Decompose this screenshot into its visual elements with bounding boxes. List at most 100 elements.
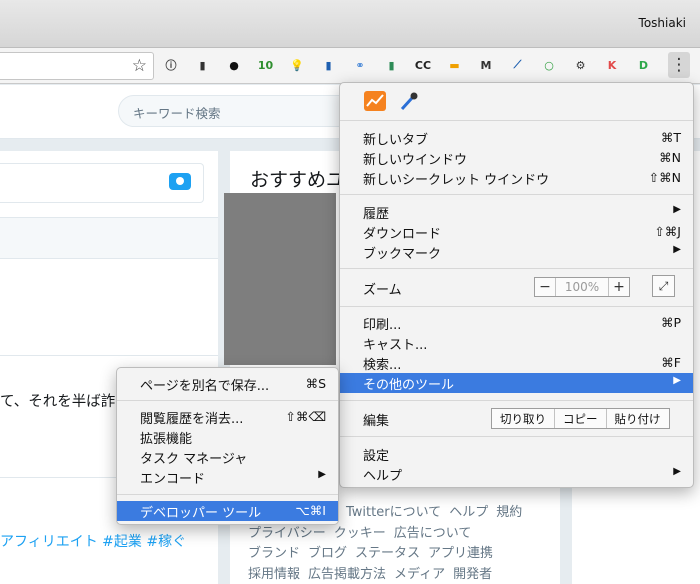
- submenu-arrow-icon: ▶: [673, 244, 681, 255]
- profile-name[interactable]: Toshiaki: [639, 16, 686, 30]
- m-logo-icon[interactable]: M: [475, 54, 497, 76]
- menu-divider: [117, 400, 338, 401]
- info-circle-icon[interactable]: ⓘ: [160, 54, 182, 76]
- menu-divider: [340, 120, 693, 121]
- menu-item-label: タスク マネージャ: [140, 451, 248, 467]
- star-outline-icon[interactable]: ☆: [132, 56, 147, 76]
- menu-item-label: ヘルプ: [363, 468, 403, 484]
- bookmark-ribbon-icon[interactable]: ▮: [318, 54, 340, 76]
- search-input[interactable]: キーワード検索: [118, 95, 358, 127]
- menu-shortcut: ⇧⌘N: [648, 170, 681, 185]
- chrome-main-menu: 新しいタブ ⌘T 新しいウインドウ ⌘N 新しいシークレット ウインドウ ⇧⌘N 履歴…: [339, 82, 694, 488]
- red-k-icon[interactable]: K: [601, 54, 623, 76]
- menu-item-encoding[interactable]: エンコード ▶: [117, 467, 338, 487]
- footer-link[interactable]: Twitterについて: [346, 505, 441, 520]
- analytics-chart-icon[interactable]: [364, 91, 386, 111]
- calendar-10-icon[interactable]: 10: [255, 54, 277, 76]
- footer-link[interactable]: 開発者: [453, 567, 492, 582]
- footer-link[interactable]: 広告掲載方法: [308, 567, 386, 582]
- zoom-level: 100%: [555, 278, 609, 296]
- menu-shortcut: ⌘P: [660, 315, 681, 330]
- menu-item-label: ズーム: [363, 282, 402, 298]
- menu-item-label: ページを別名で保存...: [140, 378, 270, 394]
- menu-item-new-window[interactable]: 新しいウインドウ ⌘N: [340, 148, 693, 168]
- menu-divider: [340, 436, 693, 437]
- submenu-arrow-icon: ▶: [673, 466, 681, 477]
- menu-item-task-manager[interactable]: タスク マネージャ: [117, 447, 338, 467]
- menu-item-more-tools[interactable]: その他のツール ▶: [340, 373, 693, 393]
- menu-divider: [340, 400, 693, 401]
- menu-item-label: 新しいウインドウ: [363, 152, 468, 168]
- menu-item-label: 新しいタブ: [363, 132, 429, 148]
- menu-divider: [340, 268, 693, 269]
- footer-link[interactable]: アプリ連携: [428, 546, 493, 561]
- more-tools-submenu: ページを別名で保存... ⌘S 閲覧履歴を消去... ⇧⌘⌫ 拡張機能 タスク マネ…: [116, 367, 339, 525]
- submenu-arrow-icon: ▶: [318, 469, 326, 480]
- menu-item-settings[interactable]: 設定: [340, 444, 693, 464]
- kebab-menu-icon[interactable]: ⋮: [668, 52, 690, 78]
- footer-link[interactable]: 採用情報: [248, 567, 300, 582]
- eyedropper-icon[interactable]: [398, 91, 420, 111]
- footer-link[interactable]: クッキー: [334, 526, 386, 541]
- ghost-icon[interactable]: ●: [223, 54, 245, 76]
- menu-item-bookmarks[interactable]: ブックマーク ▶: [340, 242, 693, 262]
- edit-button-group: 切り取り コピー 貼り付け: [491, 408, 670, 429]
- footer-link[interactable]: メディア: [394, 567, 445, 582]
- tweet-hashtags[interactable]: アフィリエイト #起業 #稼ぐ: [0, 531, 186, 551]
- menu-item-label: 履歴: [363, 206, 390, 222]
- menu-item-print[interactable]: 印刷... ⌘P: [340, 313, 693, 333]
- tweet-compose-box[interactable]: [0, 163, 204, 203]
- address-bar[interactable]: ☆: [0, 52, 154, 80]
- link-chain-icon[interactable]: ⚭: [349, 54, 371, 76]
- menu-item-help[interactable]: ヘルプ ▶: [340, 464, 693, 484]
- menu-item-label: その他のツール: [363, 377, 455, 393]
- menu-shortcut: ⌥⌘I: [295, 503, 326, 518]
- lightbulb-icon[interactable]: 💡: [286, 54, 308, 76]
- green-d-icon[interactable]: D: [633, 54, 655, 76]
- submenu-arrow-icon: ▶: [673, 375, 681, 386]
- menu-item-extensions[interactable]: 拡張機能: [117, 427, 338, 447]
- menu-item-new-tab[interactable]: 新しいタブ ⌘T: [340, 128, 693, 148]
- zoom-out-button[interactable]: −: [535, 278, 555, 296]
- menu-item-save-page[interactable]: ページを別名で保存... ⌘S: [117, 374, 338, 394]
- cut-button[interactable]: 切り取り: [492, 409, 554, 428]
- copy-button[interactable]: コピー: [554, 409, 606, 428]
- footer-link[interactable]: ステータス: [355, 546, 420, 561]
- zoom-in-button[interactable]: +: [609, 278, 629, 296]
- timeline-divider: [0, 355, 218, 356]
- footer-link[interactable]: ヘルプ: [449, 505, 488, 520]
- menu-item-cast[interactable]: キャスト...: [340, 333, 693, 353]
- footer-link[interactable]: 広告について: [394, 526, 472, 541]
- menu-item-label: 設定: [363, 448, 390, 464]
- gray-image: [224, 193, 336, 365]
- paste-button[interactable]: 貼り付け: [605, 409, 669, 428]
- dart-icon[interactable]: ⟋: [507, 54, 529, 76]
- menu-item-label: ダウンロード: [363, 226, 442, 242]
- cc-icon[interactable]: CC: [412, 54, 434, 76]
- fullscreen-icon[interactable]: ⤢: [652, 275, 675, 297]
- dark-square-icon[interactable]: ▮: [192, 54, 214, 76]
- menu-item-label: エンコード: [140, 471, 206, 487]
- menu-divider: [340, 194, 693, 195]
- camera-icon[interactable]: [169, 173, 191, 190]
- menu-item-new-incognito[interactable]: 新しいシークレット ウインドウ ⇧⌘N: [340, 168, 693, 188]
- menu-item-label: ブックマーク: [363, 246, 442, 262]
- footer-link[interactable]: プライバシー: [248, 526, 326, 541]
- bar-chart-icon[interactable]: ▮: [381, 54, 403, 76]
- footer-link[interactable]: ブランド: [248, 546, 300, 561]
- orange-box-icon[interactable]: ▬: [444, 54, 466, 76]
- green-circle-icon[interactable]: ○: [538, 54, 560, 76]
- window-titlebar: Toshiaki: [0, 0, 700, 48]
- menu-item-downloads[interactable]: ダウンロード ⇧⌘J: [340, 222, 693, 242]
- menu-item-label: デベロッパー ツール: [140, 505, 262, 521]
- menu-item-history[interactable]: 履歴 ▶: [340, 202, 693, 222]
- footer-link[interactable]: ブログ: [308, 546, 347, 561]
- menu-item-clear-browsing-data[interactable]: 閲覧履歴を消去... ⇧⌘⌫: [117, 407, 338, 427]
- footer-link[interactable]: 規約: [496, 505, 522, 520]
- gear-icon[interactable]: ⚙: [570, 54, 592, 76]
- menu-item-label: 閲覧履歴を消去...: [140, 411, 244, 427]
- menu-item-label: 拡張機能: [140, 431, 193, 447]
- menu-shortcut: ⇧⌘⌫: [285, 409, 326, 424]
- menu-item-developer-tools[interactable]: デベロッパー ツール ⌥⌘I: [117, 501, 338, 521]
- menu-item-find[interactable]: 検索... ⌘F: [340, 353, 693, 373]
